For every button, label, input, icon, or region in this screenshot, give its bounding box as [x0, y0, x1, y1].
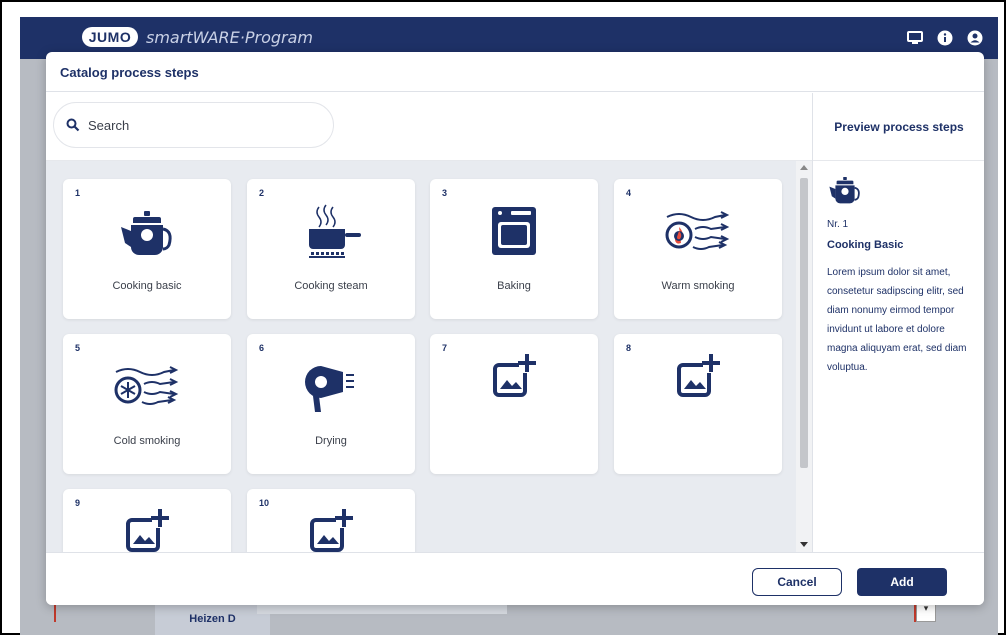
card-number: 4 [626, 188, 632, 198]
process-step-card-5[interactable]: 5 Cold smoking [63, 334, 231, 474]
kettle-icon [112, 203, 182, 259]
card-number: 2 [259, 188, 265, 198]
kettle-icon [827, 171, 863, 207]
process-step-card-7[interactable]: 7 [430, 334, 598, 474]
search-box[interactable] [53, 102, 334, 148]
preview-number: Nr. 1 [827, 219, 849, 230]
card-number: 10 [259, 498, 270, 508]
process-step-card-4[interactable]: 4 Warm smoking [614, 179, 782, 319]
process-step-card-3[interactable]: 3 Baking [430, 179, 598, 319]
catalog-modal: Catalog process steps 1 [46, 52, 984, 605]
search-input[interactable] [88, 117, 308, 133]
process-step-card-6[interactable]: 6 Drying [247, 334, 415, 474]
add-image-icon [479, 348, 549, 404]
card-number: 9 [75, 498, 81, 508]
grid-scrollbar[interactable] [796, 161, 812, 552]
card-label: Warm smoking [661, 280, 735, 292]
modal-header: Catalog process steps [46, 52, 984, 92]
scroll-down-arrow-icon[interactable] [800, 542, 808, 547]
cold-smoking-icon [112, 358, 182, 414]
card-number: 7 [442, 343, 448, 353]
preview-name: Cooking Basic [827, 239, 904, 251]
card-label: Drying [315, 435, 347, 447]
background-row-label: Heizen D [155, 601, 270, 635]
preview-title: Preview process steps [834, 119, 964, 134]
add-image-icon [296, 503, 366, 552]
scroll-up-arrow-icon[interactable] [800, 165, 808, 170]
preview-header: Preview process steps [813, 93, 984, 161]
scroll-thumb[interactable] [800, 178, 808, 468]
oven-icon [479, 203, 549, 259]
card-number: 1 [75, 188, 81, 198]
card-number: 3 [442, 188, 448, 198]
card-label: Cooking basic [112, 280, 182, 292]
logo-text: JUMO [88, 29, 132, 45]
jumo-logo: JUMO [82, 27, 138, 47]
preview-description: Lorem ipsum dolor sit amet, consetetur s… [827, 267, 967, 373]
warm-smoking-icon [663, 203, 733, 259]
process-step-card-10[interactable]: 10 [247, 489, 415, 552]
top-icons [906, 29, 984, 47]
cancel-button[interactable]: Cancel [752, 568, 842, 596]
monitor-icon[interactable] [906, 29, 924, 47]
card-number: 8 [626, 343, 632, 353]
steam-pot-icon [296, 203, 366, 259]
process-step-card-8[interactable]: 8 [614, 334, 782, 474]
search-area [46, 93, 812, 161]
process-step-card-1[interactable]: 1 Cooking basic [63, 179, 231, 319]
card-number: 5 [75, 343, 81, 353]
add-image-icon [663, 348, 733, 404]
card-label: Cooking steam [294, 280, 368, 292]
card-label: Baking [497, 280, 531, 292]
process-step-grid: 1 Cooking basic 2 Cooking steam 3 Baking… [46, 161, 796, 552]
process-step-card-2[interactable]: 2 Cooking steam [247, 179, 415, 319]
info-icon[interactable] [936, 29, 954, 47]
card-label: Cold smoking [113, 435, 181, 447]
process-step-card-9[interactable]: 9 [63, 489, 231, 552]
card-number: 6 [259, 343, 265, 353]
modal-footer: Cancel Add [46, 552, 984, 605]
add-button[interactable]: Add [857, 568, 947, 596]
brand: JUMO smartWARE·Program [82, 27, 313, 47]
search-icon [66, 118, 80, 132]
hair-dryer-icon [296, 358, 366, 414]
preview-pane: Preview process steps Nr. 1 Cooking Basi… [812, 93, 984, 552]
brand-text: smartWARE·Program [146, 27, 313, 47]
user-icon[interactable] [966, 29, 984, 47]
screenshot-frame: JUMO smartWARE·Program Heizen D ▾ Catalo… [0, 0, 1006, 635]
modal-title: Catalog process steps [60, 65, 199, 80]
catalog-pane: 1 Cooking basic [46, 93, 812, 552]
add-image-icon [112, 503, 182, 552]
